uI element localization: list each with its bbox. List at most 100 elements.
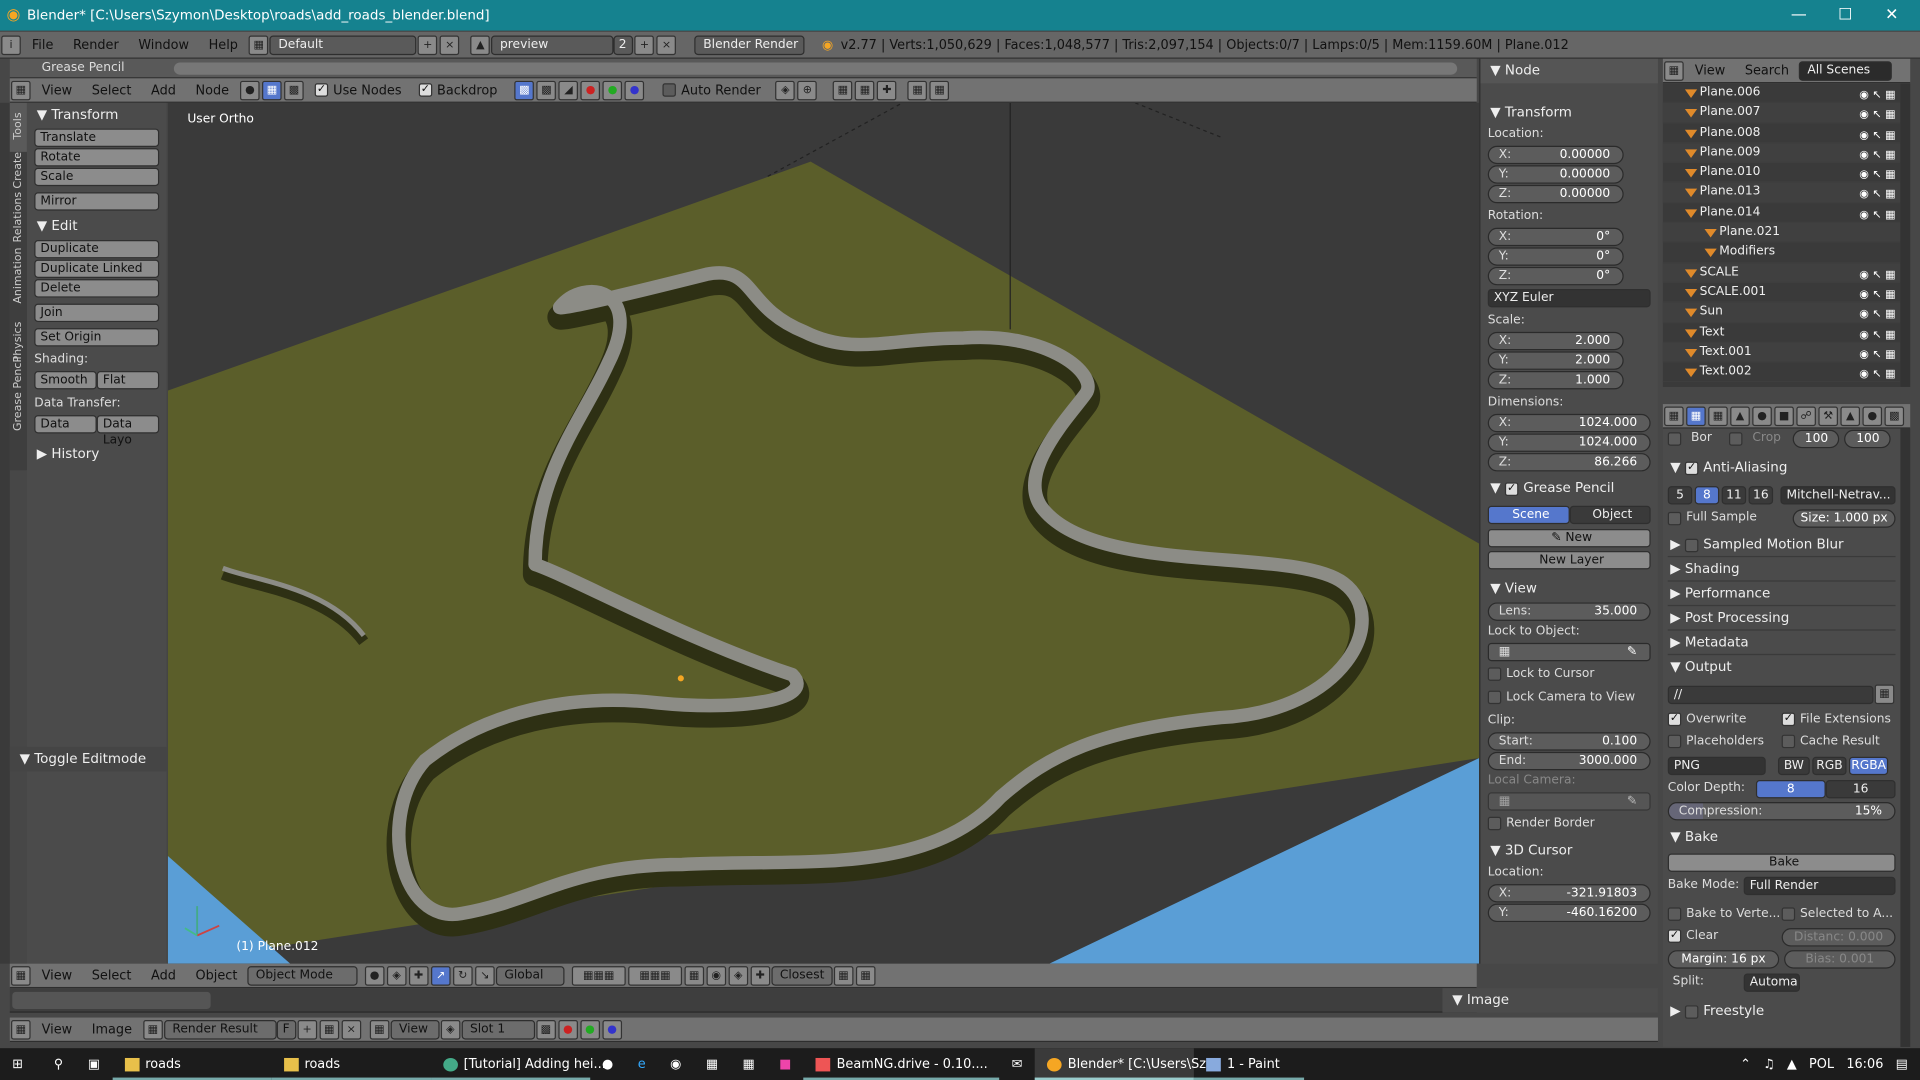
outliner-scrollbar[interactable] [1900, 83, 1911, 387]
gp-new-button[interactable]: ✎ New [1487, 528, 1651, 548]
cache-result-checkbox[interactable] [1781, 734, 1796, 748]
transform-header[interactable]: ▼ Transform [1488, 100, 1651, 124]
border-checkbox[interactable] [1667, 431, 1682, 446]
image-menu-image[interactable]: Image [82, 1022, 142, 1037]
texture-nodes-icon[interactable]: ▩ [284, 80, 304, 100]
green-channel-display-icon[interactable]: ● [580, 1019, 600, 1039]
bake-button[interactable]: Bake [1667, 853, 1896, 872]
edit-panel-header[interactable]: ▼ Edit [34, 214, 159, 238]
search-icon[interactable]: ⚲ [42, 1048, 76, 1080]
lens-field[interactable]: Lens: 35.000 [1487, 602, 1651, 621]
node-menu-select[interactable]: Select [82, 83, 141, 98]
outliner-row[interactable]: Plane.007 ◉ ↖ ▦ [1662, 103, 1901, 124]
snap-node-icon[interactable]: ◈ [775, 80, 796, 100]
maximize-button[interactable]: ☐ [1822, 0, 1869, 31]
grease-pencil-scrollbar[interactable] [173, 62, 1458, 75]
minimize-button[interactable]: — [1776, 0, 1823, 31]
red-channel-display-icon[interactable]: ● [558, 1019, 578, 1039]
manipulator-icon[interactable]: ✚ [408, 965, 429, 986]
start-button[interactable]: ⊞ [0, 1048, 42, 1080]
margin-field[interactable]: Margin: 16 px [1667, 950, 1780, 969]
notifications-icon[interactable]: ▤ [1896, 1057, 1908, 1072]
new-image-icon[interactable]: + [297, 1019, 317, 1039]
dimension-y-field[interactable]: Y: 1024.000 [1487, 433, 1651, 452]
outliner-menu-view[interactable]: View [1685, 63, 1735, 78]
file-format-select[interactable]: PNG [1667, 756, 1766, 776]
properties-editor-icon[interactable]: ▦ [1664, 405, 1684, 426]
menu-help[interactable]: Help [199, 37, 248, 52]
smooth-button[interactable]: Smooth [34, 371, 97, 390]
tab-grease-pencil[interactable]: Grease Pencil [10, 356, 27, 463]
image-view-select[interactable]: View [390, 1019, 440, 1039]
folder-icon[interactable]: ▦ [1874, 684, 1895, 705]
full-sample-checkbox[interactable] [1667, 511, 1682, 525]
translate-button[interactable]: Translate [34, 128, 160, 147]
aa-size-field[interactable]: Size: 1.000 px [1792, 508, 1896, 528]
taskbar-item-roads-1[interactable]: roads [112, 1048, 272, 1080]
unlink-image-icon[interactable]: × [341, 1019, 361, 1039]
steam-icon[interactable]: ◉ [658, 1048, 694, 1080]
taskbar-pinned-1[interactable]: ● [590, 1048, 626, 1080]
taskbar-item-chrome[interactable]: [Tutorial] Adding hei... [430, 1048, 606, 1080]
mail-icon[interactable]: ✉ [999, 1048, 1034, 1080]
volume-icon[interactable]: ♫ [1763, 1057, 1775, 1072]
cursor-x-field[interactable]: X: -321.91803 [1487, 884, 1651, 903]
snap-target-select[interactable]: Closest [771, 965, 833, 986]
placeholders-checkbox[interactable] [1667, 734, 1682, 748]
outliner-row[interactable]: Plane.008 ◉ ↖ ▦ [1662, 123, 1901, 144]
alpha-icon[interactable]: ▩ [536, 80, 557, 100]
outliner-row[interactable]: SCALE ◉ ↖ ▦ [1662, 262, 1901, 283]
data-tab-icon[interactable]: ▲ [1840, 405, 1861, 426]
dimension-x-field[interactable]: X: 1024.000 [1487, 413, 1651, 433]
task-view-icon[interactable]: ▣ [76, 1048, 113, 1080]
rotate-button[interactable]: Rotate [34, 148, 160, 167]
lock-camera-row[interactable]: Lock Camera to View [1487, 688, 1651, 708]
layers-grid-1[interactable]: ▦▦▦ [571, 965, 626, 986]
render-slot-select[interactable]: Slot 1 [461, 1019, 535, 1039]
delete-button[interactable]: Delete [34, 279, 160, 298]
add-scene-icon[interactable]: + [634, 34, 655, 55]
metadata-header[interactable]: ▶ Metadata [1667, 631, 1896, 656]
menu-render[interactable]: Render [63, 37, 128, 52]
split-select[interactable]: Automa [1743, 972, 1801, 992]
view-mode-icon[interactable]: ▦ [369, 1019, 390, 1039]
color-rgb-button[interactable]: RGB [1812, 756, 1847, 776]
outliner-row[interactable]: Plane.006 ◉ ↖ ▦ [1662, 83, 1901, 104]
auto-render-checkbox[interactable] [662, 83, 677, 97]
backdrop-checkbox[interactable]: ✓ [418, 83, 433, 97]
outliner-row[interactable]: Text.001 ◉ ↖ ▦ [1662, 342, 1901, 363]
taskbar-item-paint[interactable]: 1 - Paint [1193, 1048, 1305, 1080]
bias-field[interactable]: Bias: 0.001 [1784, 950, 1896, 969]
scale-x-field[interactable]: X: 2.000 [1487, 331, 1624, 351]
local-camera-field[interactable]: ▦ ✎ [1487, 792, 1651, 811]
history-panel-header[interactable]: ▶ History [34, 442, 159, 466]
remove-scene-icon[interactable]: × [656, 34, 677, 55]
taskbar-item-roads-2[interactable]: roads [271, 1048, 431, 1080]
outliner-row[interactable]: Plane.013 ◉ ↖ ▦ [1662, 183, 1901, 203]
network-icon[interactable]: ▲ [1787, 1057, 1797, 1072]
outliner-row[interactable]: Plane.021 [1662, 222, 1901, 243]
red-channel-icon[interactable]: ● [580, 80, 601, 100]
backdrop-fit-icon[interactable]: ▦ [907, 80, 928, 100]
clip-start-field[interactable]: Start: 0.100 [1487, 732, 1651, 751]
outliner-row[interactable]: Sun ◉ ↖ ▦ [1662, 302, 1901, 323]
aa-filter-select[interactable]: Mitchell-Netrav... [1780, 486, 1896, 505]
taskbar-pinned-2[interactable]: ▦ [694, 1048, 731, 1080]
color-depth-16[interactable]: 16 [1825, 779, 1896, 798]
motion-blur-header[interactable]: ▶ Sampled Motion Blur [1667, 533, 1896, 558]
image-menu-view[interactable]: View [32, 1022, 82, 1037]
file-extensions-checkbox[interactable]: ✓ [1781, 712, 1796, 726]
output-path-field[interactable]: // [1667, 685, 1874, 705]
world-tab-icon[interactable]: ● [1752, 405, 1772, 426]
image-name-field[interactable]: Render Result [163, 1019, 277, 1039]
distance-field[interactable]: Distanc: 0.000 [1781, 928, 1896, 947]
set-origin-select[interactable]: Set Origin [34, 328, 160, 347]
data-layout-button[interactable]: Data Layo [96, 415, 160, 447]
rotation-x-field[interactable]: X: 0° [1487, 227, 1624, 247]
node-menu-node[interactable]: Node [186, 83, 239, 98]
viewport-shading-icon[interactable]: ● [364, 965, 385, 986]
outliner-row[interactable]: Plane.014 ◉ ↖ ▦ [1662, 203, 1901, 223]
viewport-menu-object[interactable]: Object [186, 968, 247, 983]
color-rgba-button[interactable]: RGBA [1848, 756, 1889, 776]
aa-samples-11[interactable]: 11 [1721, 486, 1747, 505]
